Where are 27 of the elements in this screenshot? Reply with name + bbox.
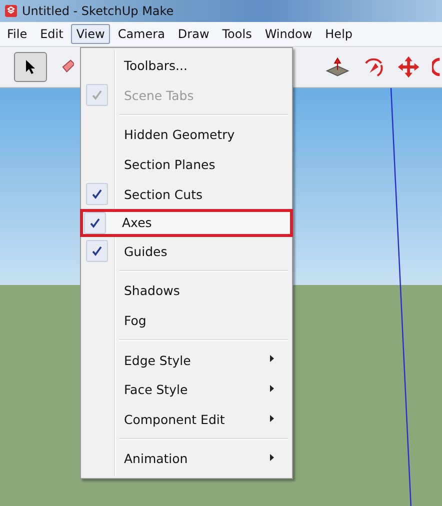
menu-bar-item[interactable]: Tools (217, 24, 257, 44)
menu-item[interactable]: Section Cuts (83, 179, 290, 209)
menu-bar-item[interactable]: View (71, 24, 110, 44)
app-logo-icon (5, 5, 17, 17)
menu-item[interactable]: Face Style (83, 374, 290, 405)
menu-item[interactable]: Section Planes (83, 150, 290, 180)
push-pull-icon[interactable] (325, 56, 350, 78)
menu-bar-item[interactable]: Help (320, 24, 358, 44)
menu-item[interactable]: Guides (83, 236, 290, 266)
menu-bar-item[interactable]: Camera (112, 24, 170, 44)
menu-bar-item[interactable]: File (2, 24, 32, 44)
window-title: Untitled - SketchUp Make (22, 4, 174, 18)
menu-item[interactable]: Toolbars... (83, 51, 290, 81)
menu-item[interactable]: Component Edit (83, 404, 290, 434)
menu-bar-item[interactable]: Window (260, 24, 318, 44)
menu-bar-item[interactable]: Edit (35, 24, 68, 44)
menu-bar-item[interactable]: Draw (172, 24, 214, 44)
arrow-cursor-icon (25, 59, 36, 75)
menu-item[interactable]: Hidden Geometry (83, 120, 290, 150)
menu-item[interactable]: Shadows (83, 276, 290, 306)
menu-item[interactable]: Animation (83, 444, 290, 474)
rotate-icon[interactable] (432, 55, 442, 79)
menu-item[interactable]: Edge Style (83, 345, 290, 375)
menu-item[interactable]: Axes (80, 208, 293, 237)
menu-item[interactable]: Fog (83, 306, 290, 336)
select-tool-button[interactable] (14, 52, 47, 82)
move-arrows-icon[interactable] (397, 55, 420, 79)
